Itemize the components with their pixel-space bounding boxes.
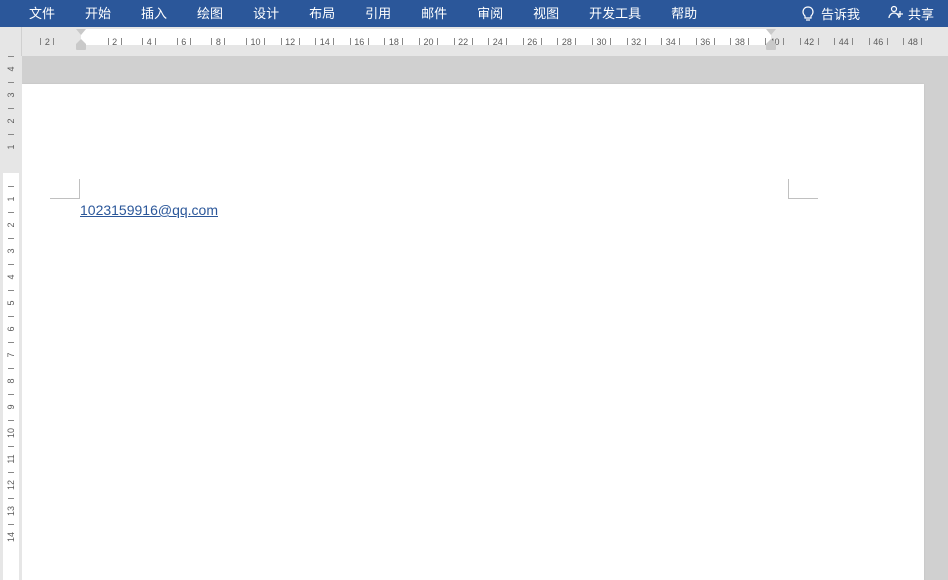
tell-me-button[interactable]: 告诉我 (787, 4, 874, 23)
v-ruler-dash (8, 342, 14, 343)
v-ruler-dash (8, 446, 14, 447)
v-ruler-dash (8, 394, 14, 395)
v-ruler-tick: 9 (6, 396, 16, 418)
h-ruler-tick: 24 (488, 27, 507, 56)
h-ruler-tick: 42 (800, 27, 819, 56)
v-ruler-dash (8, 524, 14, 525)
share-label: 共享 (908, 4, 934, 23)
tab-design[interactable]: 设计 (238, 0, 294, 27)
v-ruler-tick: 14 (6, 526, 16, 548)
h-ruler-tick: 2 (108, 27, 122, 56)
v-ruler-dash (8, 134, 14, 135)
v-ruler-dash (8, 316, 14, 317)
right-indent-marker-bottom[interactable] (766, 44, 776, 50)
v-ruler-dash (8, 108, 14, 109)
tab-view[interactable]: 视图 (518, 0, 574, 27)
v-ruler-dash (8, 290, 14, 291)
v-ruler-dash (8, 472, 14, 473)
v-ruler-tick: 11 (6, 448, 16, 470)
v-ruler-tick: 12 (6, 474, 16, 496)
h-ruler-tick: 34 (661, 27, 680, 56)
share-button[interactable]: 共享 (874, 4, 948, 23)
v-ruler-dash (8, 212, 14, 213)
v-ruler-tick: 4 (6, 58, 16, 80)
h-ruler-tick: 12 (281, 27, 300, 56)
first-line-indent-marker[interactable] (76, 29, 86, 35)
h-ruler-tick: 4 (142, 27, 156, 56)
v-ruler-tick: 1 (6, 188, 16, 210)
tab-mailings[interactable]: 邮件 (406, 0, 462, 27)
h-ruler-tick: 14 (315, 27, 334, 56)
margin-corner-top-left (50, 179, 80, 199)
h-ruler-tick: 16 (350, 27, 369, 56)
h-ruler-tick: 18 (384, 27, 403, 56)
v-ruler-tick: 10 (6, 422, 16, 444)
workspace: 43211234567891011121314 1023159916@qq.co… (0, 56, 948, 580)
h-ruler-tick: 10 (246, 27, 265, 56)
document-canvas[interactable]: 1023159916@qq.com (22, 56, 948, 580)
vertical-ruler[interactable]: 43211234567891011121314 (0, 56, 22, 580)
v-ruler-tick: 7 (6, 344, 16, 366)
hanging-indent-marker[interactable] (76, 44, 86, 50)
v-ruler-dash (8, 498, 14, 499)
tab-insert[interactable]: 插入 (126, 0, 182, 27)
h-ruler-tick: 44 (834, 27, 853, 56)
h-ruler-tick: 2 (40, 27, 54, 56)
h-ruler-tick: 6 (177, 27, 191, 56)
document-body[interactable]: 1023159916@qq.com (80, 202, 218, 220)
tell-me-label: 告诉我 (821, 4, 860, 23)
v-ruler-dash (8, 56, 14, 57)
ribbon-tabs: 文件 开始 插入 绘图 设计 布局 引用 邮件 审阅 视图 开发工具 帮助 (14, 0, 712, 27)
h-ruler-tick: 20 (419, 27, 438, 56)
v-ruler-tick: 3 (6, 240, 16, 262)
v-ruler-tick: 5 (6, 292, 16, 314)
person-share-icon (888, 4, 904, 23)
h-ruler-tick: 8 (211, 27, 225, 56)
margin-corner-top-right (788, 179, 818, 199)
h-ruler-tick: 46 (869, 27, 888, 56)
ruler-area: 2 2 4 6 8 10 12 14 16 18 20 22 24 26 28 … (0, 27, 948, 56)
h-ruler-tick: 38 (730, 27, 749, 56)
v-ruler-tick: 8 (6, 370, 16, 392)
right-indent-marker-top[interactable] (766, 29, 776, 35)
v-ruler-dash (8, 264, 14, 265)
tab-draw[interactable]: 绘图 (182, 0, 238, 27)
tab-review[interactable]: 审阅 (462, 0, 518, 27)
v-ruler-dash (8, 186, 14, 187)
email-hyperlink[interactable]: 1023159916@qq.com (80, 202, 218, 218)
v-ruler-dash (8, 368, 14, 369)
v-ruler-dash (8, 238, 14, 239)
v-ruler-tick: 2 (6, 110, 16, 132)
h-ruler-tick: 26 (523, 27, 542, 56)
lightbulb-icon (801, 6, 815, 22)
v-ruler-tick: 2 (6, 214, 16, 236)
v-ruler-tick: 3 (6, 84, 16, 106)
h-ruler-tick: 28 (557, 27, 576, 56)
h-ruler-tick: 30 (592, 27, 611, 56)
tab-references[interactable]: 引用 (350, 0, 406, 27)
v-ruler-tick: 13 (6, 500, 16, 522)
tab-layout[interactable]: 布局 (294, 0, 350, 27)
horizontal-ruler[interactable]: 2 2 4 6 8 10 12 14 16 18 20 22 24 26 28 … (22, 27, 948, 56)
h-ruler-ticks: 2 2 4 6 8 10 12 14 16 18 20 22 24 26 28 … (22, 27, 948, 56)
tab-file[interactable]: 文件 (14, 0, 70, 27)
tab-developer[interactable]: 开发工具 (574, 0, 656, 27)
v-ruler-tick: 4 (6, 266, 16, 288)
v-ruler-tick: 1 (6, 136, 16, 158)
ribbon-right: 告诉我 共享 (787, 0, 948, 27)
page[interactable]: 1023159916@qq.com (22, 84, 924, 580)
h-ruler-tick: 32 (627, 27, 646, 56)
tab-help[interactable]: 帮助 (656, 0, 712, 27)
v-ruler-dash (8, 82, 14, 83)
tab-home[interactable]: 开始 (70, 0, 126, 27)
h-ruler-tick: 48 (903, 27, 922, 56)
v-ruler-dash (8, 420, 14, 421)
ruler-corner (0, 27, 22, 56)
ribbon-bar: 文件 开始 插入 绘图 设计 布局 引用 邮件 审阅 视图 开发工具 帮助 告诉… (0, 0, 948, 27)
v-ruler-tick: 6 (6, 318, 16, 340)
h-ruler-tick: 36 (696, 27, 715, 56)
h-ruler-tick: 22 (454, 27, 473, 56)
